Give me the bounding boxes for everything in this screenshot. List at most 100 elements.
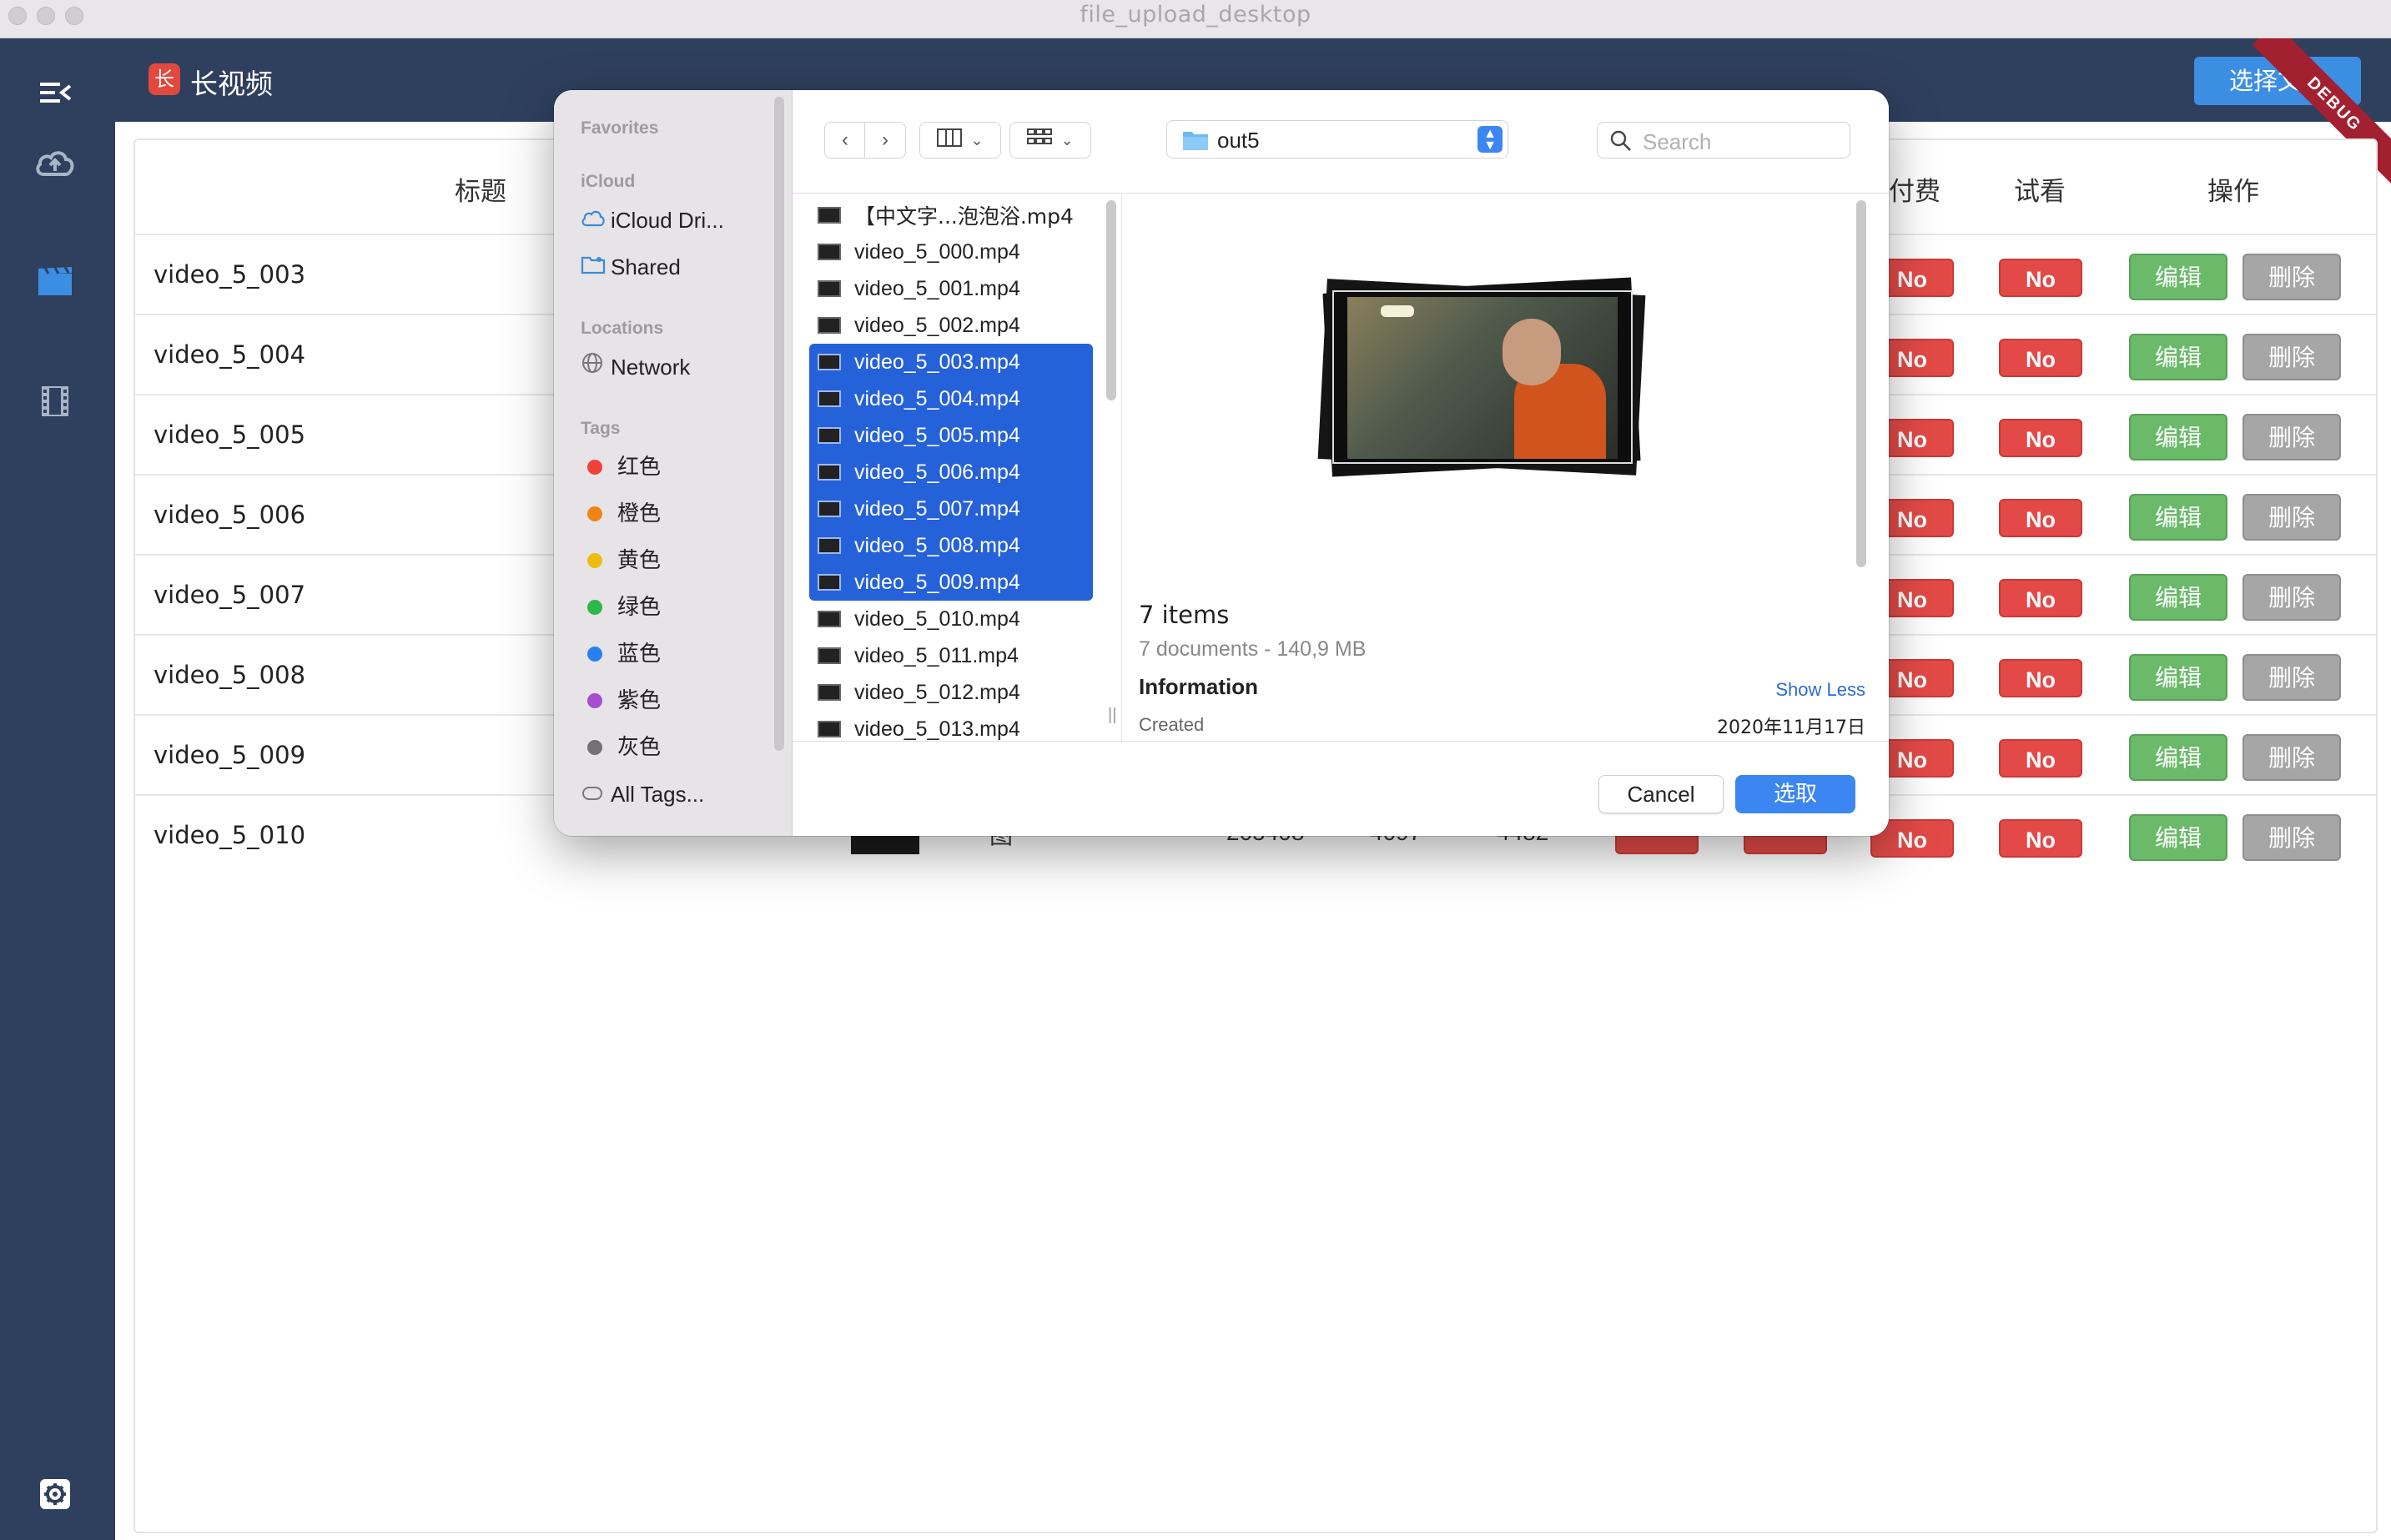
file-name: video_5_010.mp4 bbox=[854, 606, 1020, 631]
sidebar-tag-item[interactable]: 绿色 bbox=[581, 591, 661, 624]
video-file-icon bbox=[818, 574, 841, 591]
row-title: video_5_007 bbox=[154, 581, 306, 609]
sidebar-tag-item[interactable]: 紫色 bbox=[581, 684, 661, 717]
search-placeholder: Search bbox=[1643, 129, 1712, 154]
delete-button[interactable]: 删除 bbox=[2243, 574, 2341, 621]
chevron-down-icon: ⌄ bbox=[1060, 131, 1074, 148]
location-popup[interactable]: out5 ▲ ▼ bbox=[1166, 120, 1508, 159]
file-list-item[interactable]: video_5_002.mp4 bbox=[809, 307, 1093, 344]
sidebar-tag-item[interactable]: 黄色 bbox=[581, 544, 661, 577]
preview-badge: No bbox=[1999, 739, 2082, 778]
video-file-icon bbox=[818, 537, 841, 554]
edit-button[interactable]: 编辑 bbox=[2129, 814, 2227, 861]
group-mode-button[interactable]: ⌄ bbox=[1009, 122, 1091, 159]
file-list-item[interactable]: video_5_013.mp4 bbox=[809, 711, 1093, 741]
file-list-item[interactable]: video_5_000.mp4 bbox=[809, 234, 1093, 270]
sidebar-scrollbar[interactable] bbox=[774, 97, 784, 751]
file-list-item[interactable]: video_5_001.mp4 bbox=[809, 270, 1093, 307]
show-less-link[interactable]: Show Less bbox=[1775, 679, 1865, 701]
window-titlebar: file_upload_desktop bbox=[0, 0, 2391, 38]
sidebar-item-label: 灰色 bbox=[617, 735, 662, 760]
forward-button[interactable]: › bbox=[864, 122, 906, 159]
file-list-item[interactable]: video_5_012.mp4 bbox=[809, 674, 1093, 711]
created-value: 2020年11月17日 bbox=[1717, 717, 1865, 738]
file-name: video_5_002.mp4 bbox=[854, 313, 1020, 337]
preview-badge: No bbox=[1999, 659, 2082, 697]
file-list-scrollbar[interactable] bbox=[1106, 200, 1116, 400]
cancel-button[interactable]: Cancel bbox=[1598, 775, 1724, 813]
video-file-icon bbox=[818, 501, 841, 517]
window-title: file_upload_desktop bbox=[1080, 2, 1311, 28]
sidebar-item-network[interactable]: Network bbox=[581, 350, 690, 384]
view-mode-button[interactable]: ⌄ bbox=[919, 122, 1001, 159]
delete-button[interactable]: 删除 bbox=[2243, 254, 2341, 300]
sidebar-item-label: 红色 bbox=[617, 455, 662, 480]
delete-button[interactable]: 删除 bbox=[2243, 334, 2341, 380]
edit-button[interactable]: 编辑 bbox=[2129, 734, 2227, 781]
file-name: 【中文字...泡泡浴.mp4 bbox=[854, 204, 1074, 229]
column-header-title: 标题 bbox=[455, 177, 506, 207]
video-file-icon bbox=[818, 244, 841, 260]
tag-color-dot bbox=[587, 553, 602, 568]
video-file-icon bbox=[818, 611, 841, 627]
dialog-sidebar: Favorites iCloud iCloud Dri... Shared Lo… bbox=[554, 90, 793, 836]
delete-button[interactable]: 删除 bbox=[2243, 494, 2341, 541]
shared-folder-icon bbox=[581, 250, 611, 284]
sidebar-tag-item[interactable]: 橙色 bbox=[581, 497, 661, 531]
icloud-section: iCloud bbox=[581, 172, 636, 191]
sidebar-tag-item[interactable]: 红色 bbox=[581, 450, 661, 484]
search-icon bbox=[1609, 129, 1633, 157]
sidebar-item-icloud-drive[interactable]: iCloud Dri... bbox=[581, 204, 724, 237]
preview-scrollbar[interactable] bbox=[1856, 200, 1866, 567]
settings-gear-icon[interactable] bbox=[32, 1473, 78, 1515]
delete-button[interactable]: 删除 bbox=[2243, 814, 2341, 861]
video-list-icon[interactable] bbox=[32, 260, 78, 302]
delete-button[interactable]: 删除 bbox=[2243, 654, 2341, 701]
edit-button[interactable]: 编辑 bbox=[2129, 334, 2227, 380]
sidebar-item-label: iCloud Dri... bbox=[611, 208, 724, 233]
choose-button[interactable]: 选取 bbox=[1735, 775, 1855, 813]
delete-button[interactable]: 删除 bbox=[2243, 734, 2341, 781]
film-icon[interactable] bbox=[32, 380, 78, 422]
sidebar-tag-item[interactable]: 蓝色 bbox=[581, 637, 661, 671]
sidebar-item-shared[interactable]: Shared bbox=[581, 250, 681, 284]
file-list-item[interactable]: video_5_009.mp4 bbox=[809, 564, 1093, 601]
video-file-icon bbox=[818, 647, 841, 664]
file-open-dialog: Favorites iCloud iCloud Dri... Shared Lo… bbox=[554, 90, 1889, 836]
column-resize-handle[interactable]: || bbox=[1108, 706, 1116, 725]
search-field[interactable]: Search bbox=[1597, 122, 1850, 159]
delete-button[interactable]: 删除 bbox=[2243, 414, 2341, 460]
row-title: video_5_005 bbox=[154, 420, 306, 449]
edit-button[interactable]: 编辑 bbox=[2129, 254, 2227, 300]
globe-icon bbox=[581, 350, 611, 384]
favorites-section: Favorites bbox=[581, 118, 659, 138]
row-title: video_5_009 bbox=[154, 741, 306, 769]
file-list-item[interactable]: video_5_006.mp4 bbox=[809, 454, 1093, 491]
file-list-item[interactable]: video_5_010.mp4 bbox=[809, 601, 1093, 637]
chevron-left-icon: ‹ bbox=[842, 128, 848, 151]
upload-cloud-icon[interactable] bbox=[32, 142, 78, 184]
edit-button[interactable]: 编辑 bbox=[2129, 654, 2227, 701]
file-list-item[interactable]: video_5_011.mp4 bbox=[809, 637, 1093, 674]
chevron-right-icon: › bbox=[882, 128, 888, 151]
edit-button[interactable]: 编辑 bbox=[2129, 574, 2227, 621]
file-list-item[interactable]: video_5_007.mp4 bbox=[809, 491, 1093, 527]
file-list-item[interactable]: video_5_005.mp4 bbox=[809, 417, 1093, 454]
file-list-item[interactable]: video_5_003.mp4 bbox=[809, 344, 1093, 380]
file-list-item[interactable]: 【中文字...泡泡浴.mp4 bbox=[809, 197, 1093, 234]
sidebar-tag-item[interactable]: 灰色 bbox=[581, 731, 661, 764]
tag-color-dot bbox=[587, 647, 602, 662]
back-button[interactable]: ‹ bbox=[824, 122, 866, 159]
collapse-menu-icon[interactable] bbox=[32, 72, 78, 113]
tag-color-dot bbox=[587, 740, 602, 755]
file-list-item[interactable]: video_5_008.mp4 bbox=[809, 527, 1093, 564]
edit-button[interactable]: 编辑 bbox=[2129, 414, 2227, 460]
video-file-icon bbox=[818, 317, 841, 334]
preview-badge: No bbox=[1999, 819, 2082, 858]
file-list-item[interactable]: video_5_004.mp4 bbox=[809, 380, 1093, 417]
sidebar-item-all-tags[interactable]: All Tags... bbox=[581, 778, 704, 811]
file-list: 【中文字...泡泡浴.mp4 video_5_000.mp4 video_5_001… bbox=[793, 194, 1120, 741]
column-header-actions: 操作 bbox=[2207, 177, 2259, 207]
edit-button[interactable]: 编辑 bbox=[2129, 494, 2227, 541]
video-file-icon bbox=[818, 721, 841, 737]
